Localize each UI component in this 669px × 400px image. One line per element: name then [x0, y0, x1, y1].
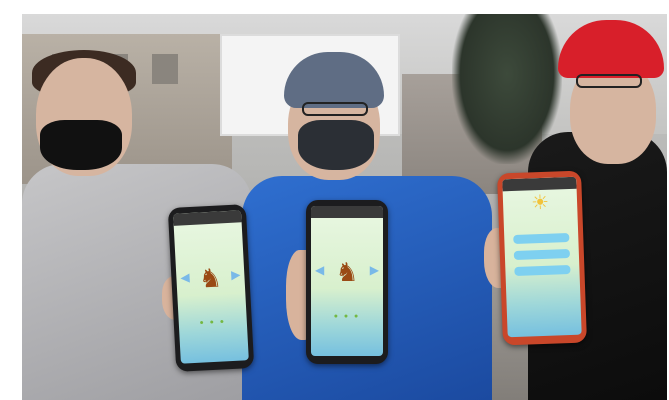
phone-status-bar — [311, 206, 383, 218]
page-dots-icon: ● ● ● — [333, 313, 361, 320]
character-icon: ♞ — [335, 257, 359, 287]
phone-status-bar — [173, 210, 242, 226]
arrow-left-icon: ◀ — [180, 270, 191, 285]
sun-icon: ☀ — [530, 191, 550, 215]
glasses — [302, 102, 368, 116]
phone-3: ☀ — [497, 170, 587, 346]
character-icon: ♞ — [198, 262, 223, 294]
menu-bar — [514, 265, 571, 276]
photo: ◀ ♞ ▶ ● ● ● ◀ ♞ ▶ ● ● ● ☀ — [22, 14, 667, 400]
menu-bar — [513, 249, 571, 260]
window — [152, 54, 178, 84]
phone-2: ◀ ♞ ▶ ● ● ● — [306, 200, 388, 364]
glasses — [576, 74, 642, 88]
arrow-right-icon: ▶ — [230, 267, 241, 282]
phone-1: ◀ ♞ ▶ ● ● ● — [167, 204, 255, 372]
arrow-right-icon: ▶ — [369, 263, 379, 277]
phone-screen: ◀ ♞ ▶ ● ● ● — [311, 206, 383, 356]
page-dots-icon: ● ● ● — [199, 318, 227, 327]
phone-screen: ◀ ♞ ▶ ● ● ● — [173, 210, 249, 364]
grey-mask — [298, 120, 374, 170]
menu-bar — [513, 233, 570, 244]
arrow-left-icon: ◀ — [315, 263, 325, 277]
black-mask — [40, 120, 122, 170]
phone-screen: ☀ — [502, 176, 582, 338]
photo-caption — [0, 0, 669, 14]
